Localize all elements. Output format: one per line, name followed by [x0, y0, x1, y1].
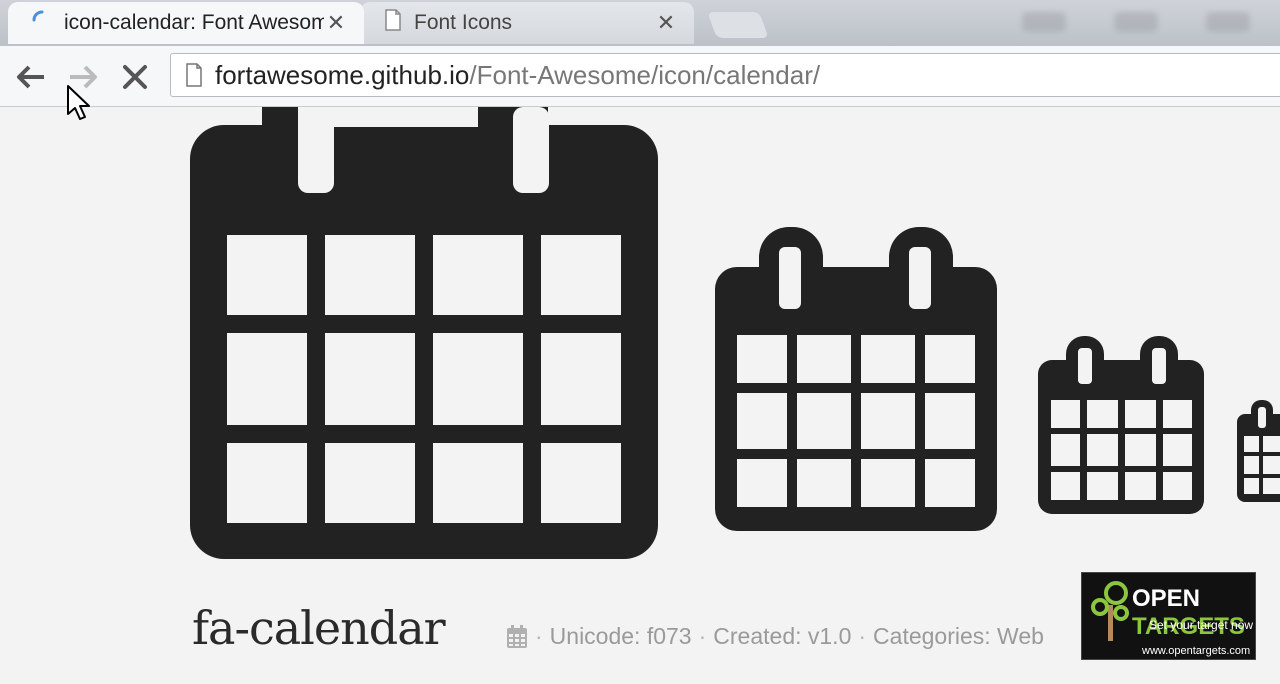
new-tab-button[interactable]	[707, 12, 769, 38]
meta-created: Created: v1.0	[713, 623, 852, 649]
mouse-cursor-icon	[67, 85, 90, 120]
stop-x-icon	[123, 65, 147, 89]
calendar-icon-xlarge	[190, 107, 658, 559]
restore-icon[interactable]	[1114, 12, 1158, 32]
tab-close-icon[interactable]: ✕	[324, 10, 348, 36]
page-icon	[384, 9, 402, 37]
minimize-icon[interactable]	[1022, 12, 1066, 32]
page-title: fa-calendar	[192, 601, 446, 655]
tab-close-icon[interactable]: ✕	[654, 10, 678, 36]
address-bar[interactable]: fortawesome.github.io/Font-Awesome/icon/…	[170, 53, 1280, 97]
meta-unicode: Unicode: f073	[549, 623, 692, 649]
calendar-icon-medium	[1038, 336, 1204, 514]
watermark-brand: OPEN TARGETS	[1132, 585, 1255, 641]
stop-button[interactable]	[118, 60, 152, 94]
calendar-icon-large	[715, 227, 997, 531]
tab-strip: icon-calendar: Font Awesome ✕ Font Icons…	[0, 0, 1280, 46]
watermark-tagline: Set your target now	[1149, 618, 1254, 632]
tab-font-icons[interactable]: Font Icons ✕	[360, 2, 694, 44]
tab-icon-calendar[interactable]: icon-calendar: Font Awesome ✕	[8, 2, 364, 44]
url-host: fortawesome.github.io	[215, 59, 470, 90]
browser-toolbar: fortawesome.github.io/Font-Awesome/icon/…	[0, 46, 1280, 107]
window-controls	[1022, 12, 1250, 32]
tree-logo-icon	[1091, 581, 1129, 641]
url-path: /Font-Awesome/icon/calendar/	[469, 59, 821, 90]
meta-separator: ·	[858, 623, 867, 649]
meta-separator: ·	[698, 623, 707, 649]
tab-title: icon-calendar: Font Awesome	[64, 11, 324, 34]
calendar-icon-small	[1237, 400, 1280, 502]
icon-meta: · Unicode: f073 · Created: v1.0 · Catego…	[506, 623, 1044, 650]
meta-separator: ·	[535, 623, 543, 649]
meta-categories[interactable]: Categories: Web	[873, 623, 1044, 650]
calendar-small-icon	[507, 624, 527, 648]
loading-spinner-icon	[32, 10, 52, 36]
back-arrow-icon	[17, 65, 44, 89]
tab-title: Font Icons	[414, 11, 513, 34]
page-icon	[186, 63, 202, 87]
brand-open: OPEN	[1132, 585, 1201, 612]
close-window-icon[interactable]	[1206, 12, 1250, 32]
back-button[interactable]	[14, 60, 48, 94]
watermark-url: www.opentargets.com	[1142, 645, 1251, 657]
opentargets-watermark: OPEN TARGETS Set your target now www.ope…	[1081, 572, 1256, 660]
